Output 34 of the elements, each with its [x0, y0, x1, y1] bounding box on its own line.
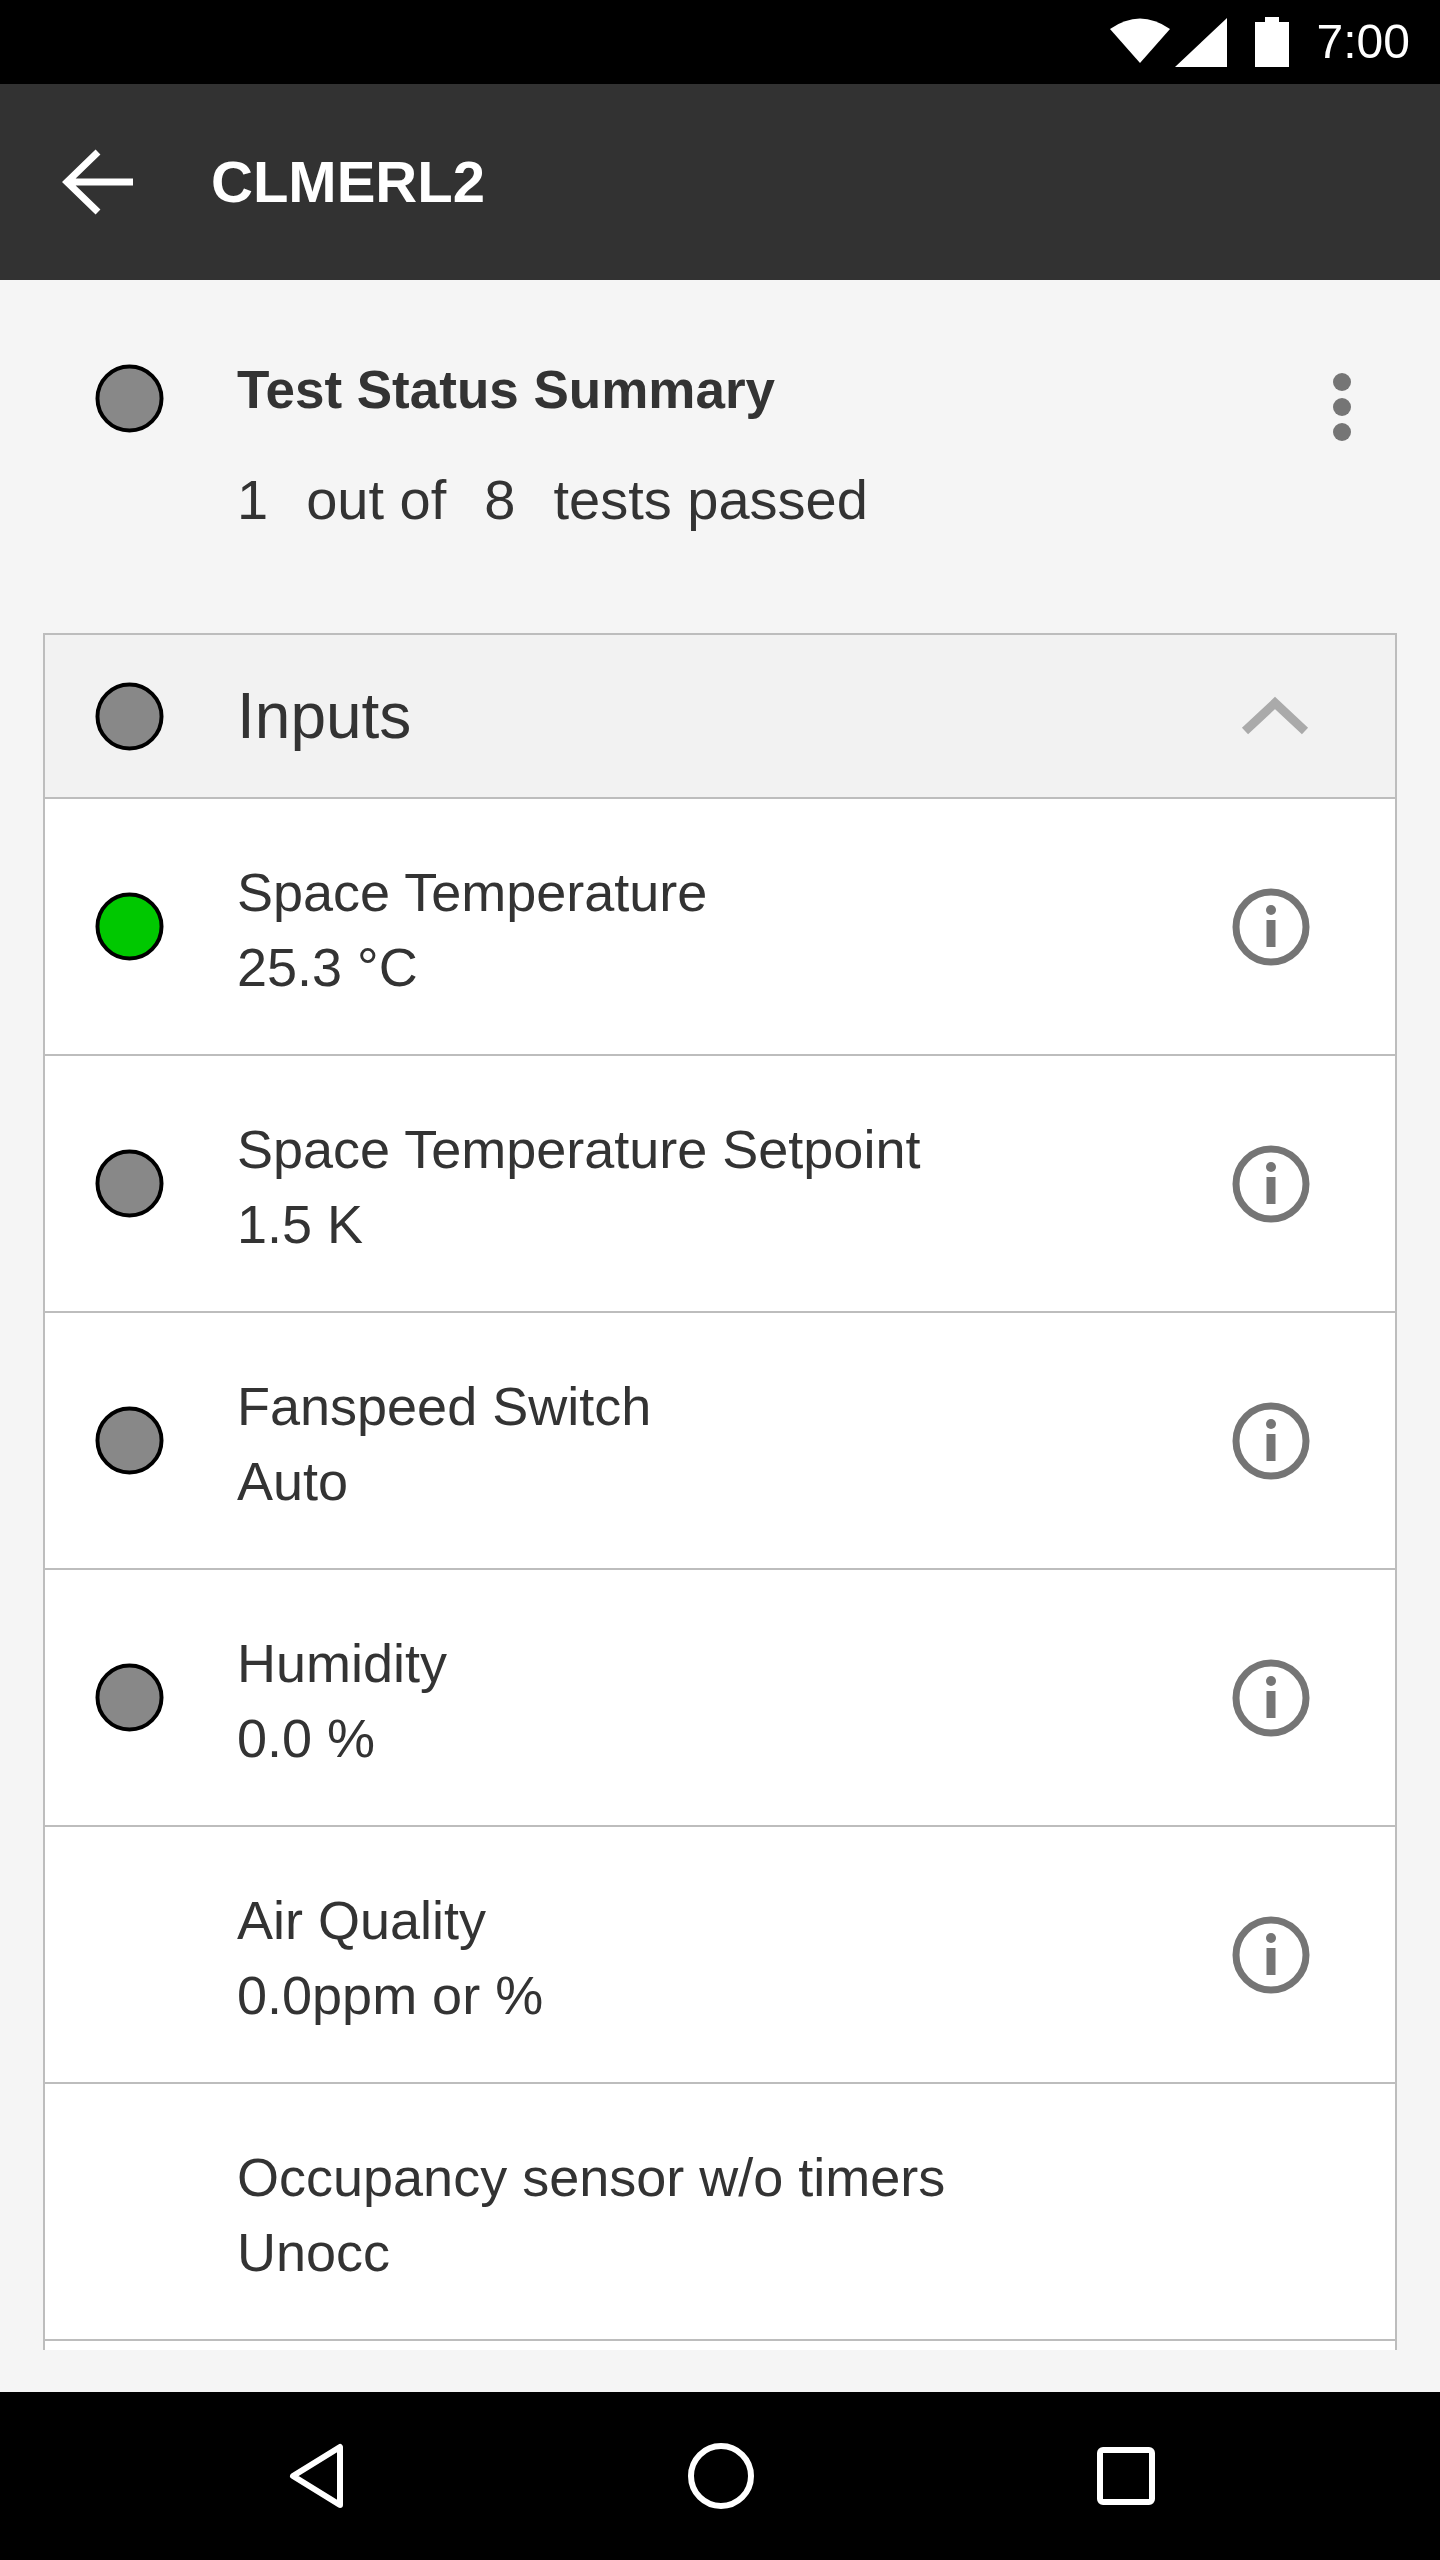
input-value: 25.3 °C	[237, 935, 418, 999]
home-icon[interactable]	[687, 2443, 754, 2509]
out-of-label: out of	[306, 467, 447, 533]
summary-title: Test Status Summary	[237, 359, 776, 421]
input-name: Space Temperature Setpoint	[237, 1117, 921, 1181]
input-value: 0.0 %	[237, 1706, 376, 1770]
status-time: 7:00	[1316, 18, 1410, 66]
input-name: Humidity	[237, 1631, 448, 1695]
back-arrow-icon[interactable]	[62, 149, 133, 215]
section-title: Inputs	[237, 678, 412, 754]
input-value: 0.0ppm or %	[237, 1963, 544, 2027]
tests-passed-label: tests passed	[553, 467, 868, 533]
section-header[interactable]: Inputs	[45, 635, 1395, 799]
input-value: 1.5 K	[237, 1192, 364, 1256]
total-count: 8	[484, 467, 516, 533]
input-value: Auto	[237, 1449, 349, 1513]
info-icon[interactable]	[1232, 1658, 1310, 1737]
battery-icon	[1254, 17, 1289, 67]
info-icon[interactable]	[1232, 1915, 1310, 1994]
info-icon[interactable]	[1232, 1144, 1310, 1223]
input-name: Occupancy sensor w/o timers	[237, 2145, 946, 2209]
screen-title: CLMERL2	[211, 148, 485, 217]
input-value: Unocc	[237, 2220, 391, 2284]
input-name: Air Quality	[237, 1888, 487, 1952]
wifi-icon	[1108, 17, 1171, 63]
info-icon[interactable]	[1232, 1401, 1310, 1480]
more-options-icon[interactable]	[1332, 372, 1352, 442]
input-name: Fanspeed Switch	[237, 1374, 652, 1438]
input-name: Space Temperature	[237, 860, 708, 924]
info-icon[interactable]	[1232, 887, 1310, 966]
passed-count: 1	[237, 467, 269, 533]
back-icon[interactable]	[288, 2443, 344, 2509]
recent-apps-icon[interactable]	[1097, 2447, 1155, 2505]
signal-icon	[1174, 17, 1227, 67]
